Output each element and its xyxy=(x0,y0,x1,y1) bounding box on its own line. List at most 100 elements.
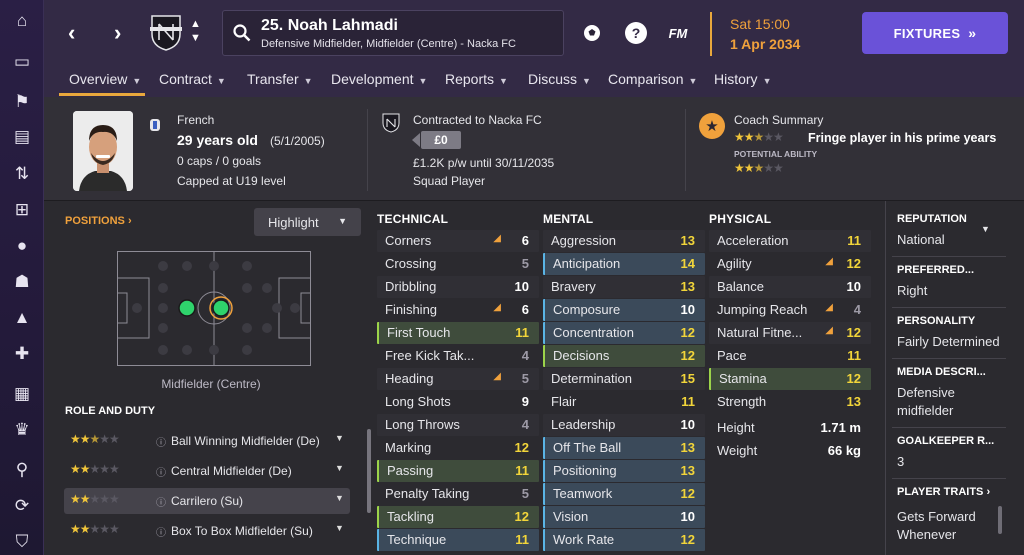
attribute-row[interactable]: Heading ◢ 5 xyxy=(377,368,539,390)
attribute-row[interactable]: Penalty Taking 5 xyxy=(377,483,539,505)
attribute-row[interactable]: Teamwork 12 xyxy=(543,483,705,505)
attribute-row[interactable]: Concentration 12 xyxy=(543,322,705,344)
previous-player-icon[interactable]: ▲ xyxy=(190,18,201,30)
player-traits-link[interactable]: PLAYER TRAITS › xyxy=(897,486,990,498)
chevron-down-icon[interactable]: ▼ xyxy=(335,433,344,443)
attribute-row[interactable]: Vision 10 xyxy=(543,506,705,528)
traits-scrollbar[interactable] xyxy=(998,506,1002,534)
info-icon[interactable]: ⓘ xyxy=(156,434,166,449)
divider xyxy=(892,307,1006,308)
attribute-row[interactable]: Marking 12 xyxy=(377,437,539,459)
attribute-row[interactable]: Acceleration 11 xyxy=(709,230,871,252)
player-search-box[interactable]: 25. Noah Lahmadi Defensive Midfielder, M… xyxy=(222,10,564,56)
calendar-icon[interactable]: ▦ xyxy=(10,382,34,406)
attribute-value: 10 xyxy=(680,417,695,432)
tab-discuss[interactable]: Discuss ▼ xyxy=(528,71,591,87)
tab-reports[interactable]: Reports ▼ xyxy=(445,71,508,87)
forward-button[interactable]: › xyxy=(114,20,121,46)
attribute-value: 11 xyxy=(515,532,529,547)
attribute-row[interactable]: Crossing 5 xyxy=(377,253,539,275)
chevron-down-icon[interactable]: ▼ xyxy=(981,224,990,234)
attribute-row[interactable]: Determination 15 xyxy=(543,368,705,390)
tab-development[interactable]: Development ▼ xyxy=(331,71,427,87)
attribute-row[interactable]: Dribbling 10 xyxy=(377,276,539,298)
inbox-icon[interactable]: ▭ xyxy=(10,50,34,74)
position-pitch[interactable] xyxy=(117,251,311,366)
home-icon[interactable]: ⌂ xyxy=(10,9,34,33)
fixtures-button[interactable]: FIXTURES » xyxy=(862,12,1008,54)
role-row[interactable]: ★★★★★ ⓘ Ball Winning Midfielder (De) ▼ xyxy=(64,428,350,454)
attribute-row[interactable]: Bravery 13 xyxy=(543,276,705,298)
attribute-row[interactable]: Leadership 10 xyxy=(543,414,705,436)
staff-icon[interactable]: ⇅ xyxy=(10,162,34,186)
tactics-icon[interactable]: ▤ xyxy=(10,125,34,149)
football-icon[interactable] xyxy=(581,22,603,44)
attribute-row[interactable]: Corners ◢ 6 xyxy=(377,230,539,252)
transfer-value[interactable]: £0 xyxy=(421,131,461,149)
highlight-dropdown[interactable]: Highlight ▼ xyxy=(254,208,361,236)
info-icon[interactable]: ⓘ xyxy=(156,464,166,479)
attribute-row[interactable]: Long Throws 4 xyxy=(377,414,539,436)
attribute-row[interactable]: Finishing ◢ 6 xyxy=(377,299,539,321)
club-badge-icon[interactable] xyxy=(148,12,184,52)
attribute-row[interactable]: Work Rate 12 xyxy=(543,529,705,551)
positions-link[interactable]: POSITIONS › xyxy=(65,215,132,227)
attribute-row[interactable]: First Touch 11 xyxy=(377,322,539,344)
attribute-row[interactable]: Strength 13 xyxy=(709,391,871,413)
attribute-value: 12 xyxy=(514,509,529,524)
attribute-row[interactable]: Composure 10 xyxy=(543,299,705,321)
attribute-row[interactable]: Long Shots 9 xyxy=(377,391,539,413)
tab-contract[interactable]: Contract ▼ xyxy=(159,71,226,87)
tab-overview[interactable]: Overview ▼ xyxy=(69,71,141,87)
chevron-down-icon: ▼ xyxy=(303,76,313,86)
top-bar: ‹ › ▲ ▼ 25. Noah Lahmadi Defensive Midfi… xyxy=(44,0,1024,65)
back-button[interactable]: ‹ xyxy=(68,20,75,46)
info-icon[interactable]: ⓘ xyxy=(156,494,166,509)
next-player-icon[interactable]: ▼ xyxy=(190,32,201,44)
squad-icon[interactable]: ⚑ xyxy=(10,90,34,114)
attribute-row[interactable]: Pace 11 xyxy=(709,345,871,367)
attribute-row[interactable]: Free Kick Tak... 4 xyxy=(377,345,539,367)
attribute-row[interactable]: Balance 10 xyxy=(709,276,871,298)
tab-history[interactable]: History ▼ xyxy=(714,71,771,87)
role-row[interactable]: ★★★★★ ⓘ Central Midfielder (De) ▼ xyxy=(64,458,350,484)
chevron-down-icon[interactable]: ▼ xyxy=(335,523,344,533)
attribute-row[interactable]: Decisions 12 xyxy=(543,345,705,367)
scouting-icon[interactable]: ☗ xyxy=(10,270,34,294)
selected-position-label: Midfielder (Centre) xyxy=(161,377,261,391)
attribute-value: 12 xyxy=(514,440,529,455)
tab-comparison[interactable]: Comparison ▼ xyxy=(608,71,697,87)
attribute-row[interactable]: Jumping Reach ◢ 4 xyxy=(709,299,871,321)
attribute-row[interactable]: Stamina 12 xyxy=(709,368,871,390)
attribute-row[interactable]: Anticipation 14 xyxy=(543,253,705,275)
training-icon[interactable]: ⊞ xyxy=(10,198,34,222)
date-display[interactable]: Sat 15:00 1 Apr 2034 xyxy=(710,12,840,56)
attribute-row[interactable]: Positioning 13 xyxy=(543,460,705,482)
search-icon[interactable]: ⚲ xyxy=(10,458,34,482)
club-vision-icon[interactable]: ▲ xyxy=(10,306,34,330)
info-icon[interactable]: ⓘ xyxy=(156,524,166,539)
help-icon[interactable]: ? xyxy=(625,22,647,44)
tab-transfer[interactable]: Transfer ▼ xyxy=(247,71,313,87)
player-info-panel: REPUTATION ▼ National PREFERRED... Right… xyxy=(885,201,1024,555)
tab-label: Development xyxy=(331,71,414,87)
shield-icon[interactable]: ⛉ xyxy=(10,530,34,554)
attribute-row[interactable]: Agility ◢ 12 xyxy=(709,253,871,275)
attribute-row[interactable]: Off The Ball 13 xyxy=(543,437,705,459)
attribute-row[interactable]: Technique 11 xyxy=(377,529,539,551)
attribute-row[interactable]: Tackling 12 xyxy=(377,506,539,528)
attribute-row[interactable]: Flair 11 xyxy=(543,391,705,413)
chevron-down-icon[interactable]: ▼ xyxy=(335,463,344,473)
roles-scrollbar[interactable] xyxy=(367,429,371,513)
role-row[interactable]: ★★★★★ ⓘ Box To Box Midfielder (Su) ▼ xyxy=(64,518,350,544)
medical-icon[interactable]: ✚ xyxy=(10,342,34,366)
attribute-row[interactable]: Aggression 13 xyxy=(543,230,705,252)
fm-menu-button[interactable]: FM xyxy=(667,22,689,44)
refresh-icon[interactable]: ⟳ xyxy=(10,494,34,518)
globe-icon[interactable]: ● xyxy=(10,234,34,258)
attribute-row[interactable]: Passing 11 xyxy=(377,460,539,482)
chevron-down-icon[interactable]: ▼ xyxy=(335,493,344,503)
role-row-selected[interactable]: ★★★★★ ⓘ Carrilero (Su) ▼ xyxy=(64,488,350,514)
attribute-row[interactable]: Natural Fitne... ◢ 12 xyxy=(709,322,871,344)
trophy-icon[interactable]: ♛ xyxy=(10,418,34,442)
